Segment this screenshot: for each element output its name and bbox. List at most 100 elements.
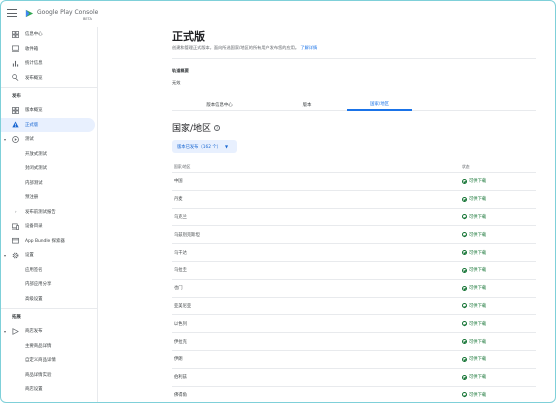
sidebar-release_items-3[interactable]: 开放式测试 bbox=[1, 147, 97, 162]
table-row[interactable]: 乌拉圭 可供下载 bbox=[172, 262, 536, 280]
check-circle-icon bbox=[462, 356, 467, 362]
country-cell: 乌干达 bbox=[174, 250, 187, 256]
table-row[interactable]: 中国 可供下载 bbox=[172, 173, 536, 191]
section-header-grow: 拓展 bbox=[1, 308, 97, 324]
sidebar-release_items-0[interactable]: 版本概览 bbox=[1, 103, 97, 118]
status-cell: 可供下载 bbox=[462, 374, 536, 380]
sidebar-release_items-5[interactable]: 内部测试 bbox=[1, 176, 97, 191]
sidebar-release_items-8[interactable]: 设备目录 bbox=[1, 219, 97, 234]
header-country: 国家/地区 bbox=[174, 163, 191, 169]
main-content: 正式版 创建和管理正式版本，面向所选国家/地区的所有用户发布您的应用。 了解详情… bbox=[99, 1, 555, 402]
table-row[interactable]: 亚美尼亚 可供下载 bbox=[172, 298, 536, 316]
sidebar-release_items-11[interactable]: 应用签名 bbox=[1, 263, 97, 278]
sidebar-item-label: 信息中心 bbox=[25, 32, 43, 38]
sidebar-item-label: 主要商品详情 bbox=[25, 343, 52, 349]
chevron-down-icon[interactable]: ▾ bbox=[4, 253, 6, 258]
dashboard-icon bbox=[12, 30, 19, 38]
sidebar-item-label: 预注册 bbox=[25, 195, 39, 201]
tab-release-dashboard[interactable]: 版本信息中心 bbox=[172, 99, 267, 111]
sidebar-item-label: 发布前测试报告 bbox=[25, 209, 56, 215]
sidebar-item-label: 版本概览 bbox=[25, 108, 43, 114]
table-row[interactable]: 伯利兹 可供下载 bbox=[172, 369, 536, 387]
sidebar-item-label: 自定义商品详情 bbox=[25, 358, 56, 364]
sidebar-item-label: 测试 bbox=[25, 137, 34, 143]
menu-icon[interactable] bbox=[7, 9, 17, 17]
sidebar-grow_items-0[interactable]: ▾ 商店发布 bbox=[1, 324, 97, 339]
check-circle-icon bbox=[462, 285, 467, 291]
sidebar-item-label: 收件箱 bbox=[25, 46, 39, 52]
status-text: 可供下载 bbox=[469, 268, 487, 274]
chevron-right-icon[interactable]: › bbox=[15, 209, 17, 214]
sidebar-grow_items-4[interactable]: 商店设置 bbox=[1, 382, 97, 397]
check-circle-icon bbox=[462, 250, 467, 256]
chevron-down-icon[interactable]: ▾ bbox=[4, 137, 6, 142]
status-text: 可供下载 bbox=[469, 250, 487, 256]
beta-badge: BETA bbox=[83, 17, 92, 21]
table-row[interactable]: 乌干达 可供下载 bbox=[172, 244, 536, 262]
sidebar: 信息中心收件箱统计信息 发布概览 发布 版本概览正式版 ▾ 测试开放式测试 封闭式测试内… bbox=[1, 27, 98, 402]
sidebar-release_items-4[interactable]: 封闭式测试 bbox=[1, 161, 97, 176]
sidebar-release_items-13[interactable]: 高级设置 bbox=[1, 292, 97, 307]
table-row[interactable]: 乌克兰 可供下载 bbox=[172, 209, 536, 227]
sidebar-item-label: 正式版 bbox=[25, 122, 39, 128]
sidebar-release_items-6[interactable]: 预注册 bbox=[1, 190, 97, 205]
sidebar-release_items-9[interactable]: App Bundle 探索器 bbox=[1, 234, 97, 249]
status-text: 可供下载 bbox=[469, 286, 487, 292]
tab-releases[interactable]: 版本 bbox=[267, 99, 347, 111]
sidebar-release_items-7[interactable]: › 发布前测试报告 bbox=[1, 205, 97, 220]
status-cell: 可供下载 bbox=[462, 303, 536, 309]
sidebar-item-label: 设置 bbox=[25, 253, 34, 259]
sidebar-top_items-2[interactable]: 统计信息 bbox=[1, 56, 97, 71]
header-status: 状态 bbox=[462, 163, 470, 169]
table-row[interactable]: 伊拉克 可供下载 bbox=[172, 333, 536, 351]
check-circle-icon bbox=[462, 214, 467, 220]
country-cell: 中国 bbox=[174, 179, 183, 185]
divider bbox=[172, 58, 536, 59]
country-cell: 乌克兰 bbox=[174, 214, 187, 220]
check-circle-icon bbox=[462, 196, 467, 202]
check-circle-icon bbox=[462, 374, 467, 380]
chip-label: 版本已发布（162 个） bbox=[177, 144, 221, 150]
sidebar-release_items-1[interactable]: 正式版 bbox=[1, 117, 95, 132]
subtitle-text: 创建和管理正式版本，面向所选国家/地区的所有用户发布您的应用。 bbox=[172, 45, 300, 50]
status-cell: 可供下载 bbox=[462, 232, 536, 238]
sidebar-release_items-12[interactable]: 内部应用分享 bbox=[1, 277, 97, 292]
section-title-text: 国家/地区 bbox=[172, 124, 212, 134]
sidebar-item-label: 商品详情实验 bbox=[25, 372, 52, 378]
status-text: 可供下载 bbox=[469, 357, 487, 363]
sidebar-top_items-0[interactable]: 信息中心 bbox=[1, 27, 97, 42]
countries-table: 国家/地区 状态 中国 可供下载 丹麦 可供下载 乌克兰 可供下载 乌兹别克斯坦 可供下载 乌干… bbox=[172, 161, 536, 402]
country-cell: 也门 bbox=[174, 286, 183, 292]
sidebar-item-label: 内部测试 bbox=[25, 180, 43, 186]
tab-countries[interactable]: 国家/地区 bbox=[347, 99, 412, 111]
check-circle-icon bbox=[462, 303, 467, 309]
chevron-down-icon[interactable]: ▾ bbox=[4, 329, 6, 334]
sidebar-grow_items-2[interactable]: 自定义商品详情 bbox=[1, 353, 97, 368]
help-icon[interactable]: ? bbox=[214, 124, 221, 131]
table-row[interactable]: 丹麦 可供下载 bbox=[172, 191, 536, 209]
learn-more-link[interactable]: 了解详情 bbox=[300, 45, 317, 50]
table-row[interactable]: 乌兹别克斯坦 可供下载 bbox=[172, 226, 536, 245]
section-header-release: 发布 bbox=[1, 87, 97, 103]
check-circle-icon bbox=[462, 321, 467, 327]
status-text: 可供下载 bbox=[469, 392, 487, 398]
sidebar-top_items-1[interactable]: 收件箱 bbox=[1, 42, 97, 57]
sidebar-item-label: 高级设置 bbox=[25, 296, 43, 302]
sidebar-item-label: App Bundle 探索器 bbox=[25, 238, 65, 244]
table-row[interactable]: 也门 可供下载 bbox=[172, 280, 536, 298]
status-cell: 可供下载 bbox=[462, 285, 536, 291]
status-text: 可供下载 bbox=[469, 339, 487, 345]
sidebar-release_items-2[interactable]: ▾ 测试 bbox=[1, 132, 97, 147]
table-row[interactable]: 佛得角 可供下载 bbox=[172, 387, 536, 402]
table-row[interactable]: 以色列 可供下载 bbox=[172, 315, 536, 334]
warning-icon bbox=[12, 121, 19, 128]
table-row[interactable]: 伊朗 可供下载 bbox=[172, 351, 536, 369]
sidebar-release_items-10[interactable]: ▾ 设置 bbox=[1, 248, 97, 263]
sidebar-item-label: 商店设置 bbox=[25, 387, 43, 393]
country-cell: 乌拉圭 bbox=[174, 268, 187, 274]
country-cell: 伊朗 bbox=[174, 357, 183, 363]
sidebar-grow_items-3[interactable]: 商品详情实验 bbox=[1, 368, 97, 383]
sidebar-top_items-3[interactable]: 发布概览 bbox=[1, 71, 97, 86]
release-filter-chip[interactable]: 版本已发布（162 个） ▼ bbox=[172, 140, 237, 153]
sidebar-grow_items-1[interactable]: 主要商品详情 bbox=[1, 339, 97, 354]
